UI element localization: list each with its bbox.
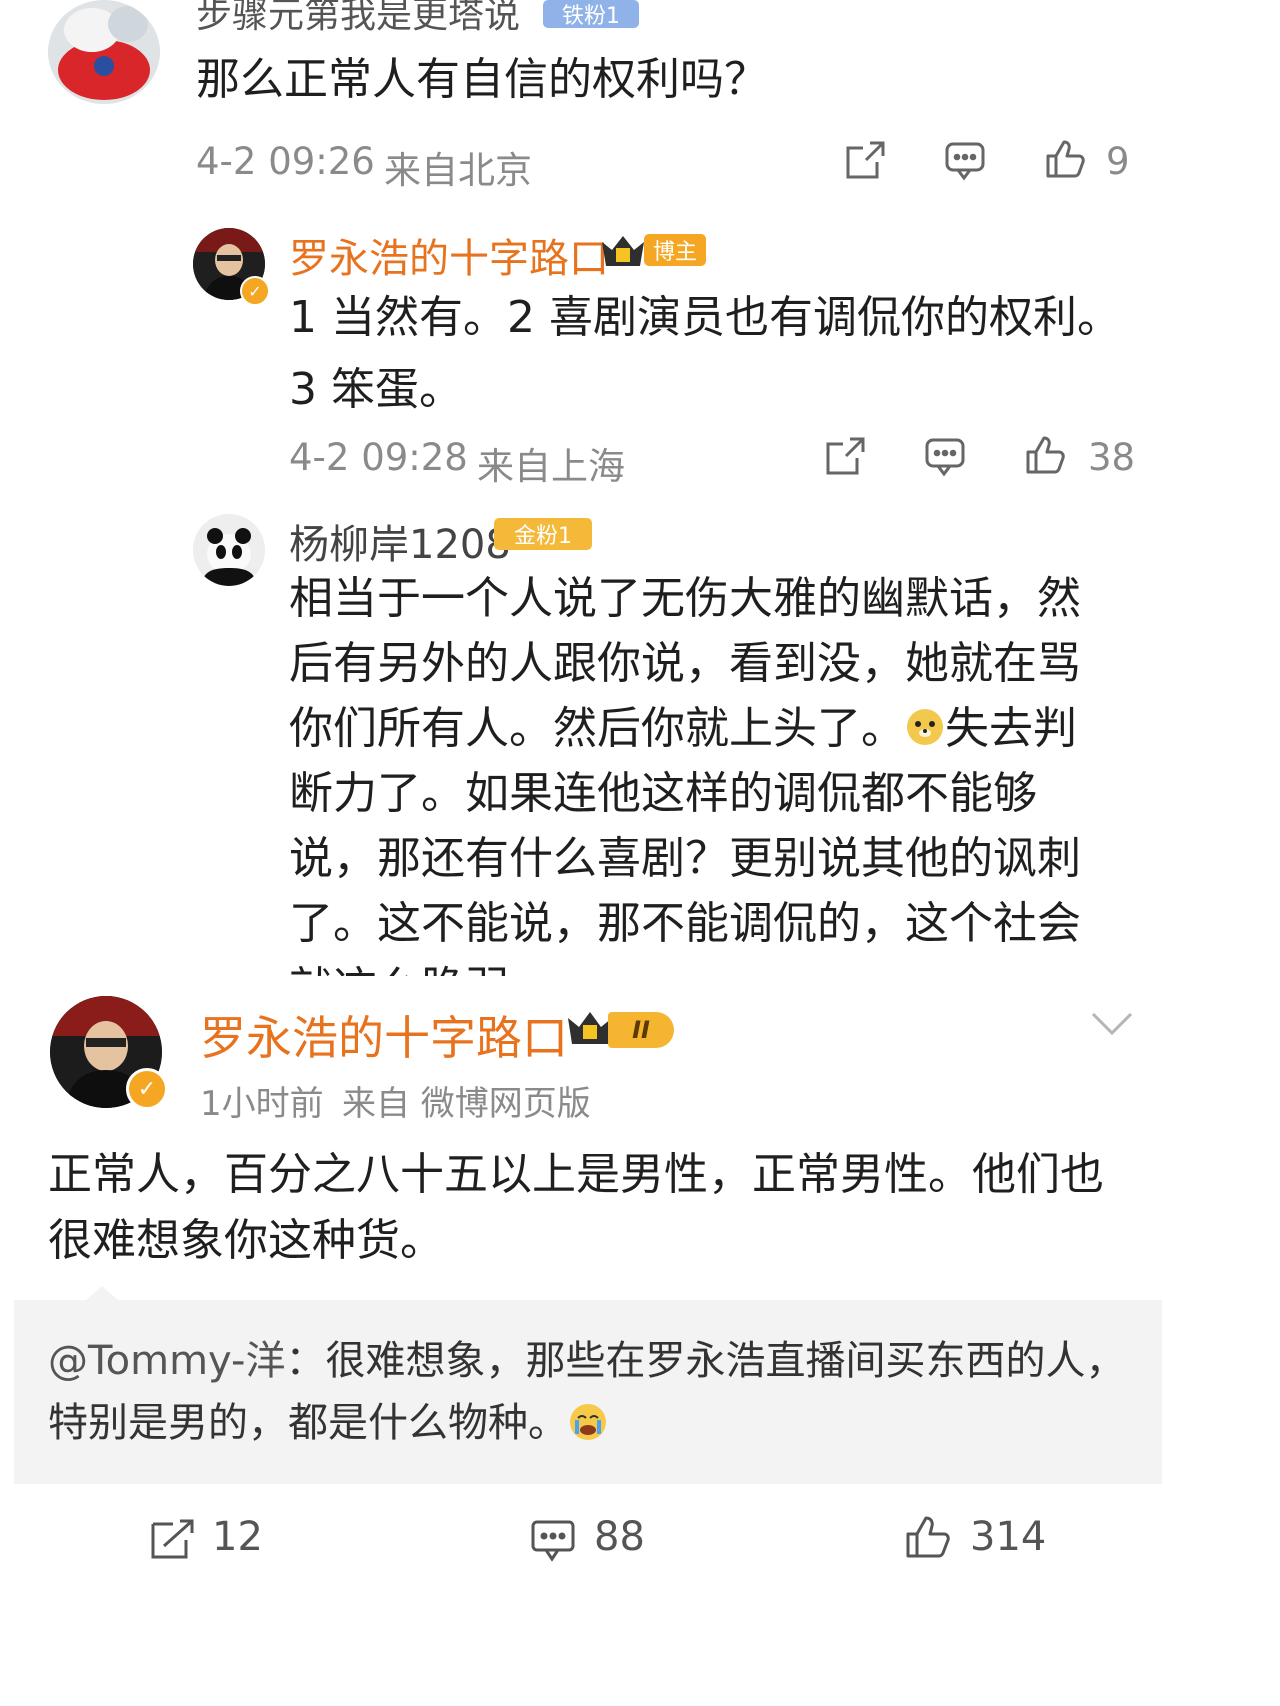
comment-text: 那么正常人有自信的权利吗？ <box>196 54 768 105</box>
like-icon[interactable] <box>904 1514 952 1560</box>
reply-username[interactable]: 罗永浩的十字路口 <box>289 226 609 284</box>
like-icon[interactable] <box>1044 138 1086 180</box>
comment-location: 来自北京 <box>384 149 532 192</box>
fan-badge: 铁粉1 <box>543 0 639 29</box>
comment-username[interactable]: 步骤元第我是更塔说 <box>196 0 520 38</box>
like-icon[interactable] <box>1024 434 1066 476</box>
crown-icon <box>598 230 648 270</box>
reply-text-container: 相当于一个人说了无伤大雅的幽默话，然后有另外的人跟你说，看到没，她就在骂你们所有… <box>289 566 1119 976</box>
verified-icon: ✓ <box>240 276 270 306</box>
crying-emoji <box>568 1398 608 1440</box>
author-badge: 博主 <box>644 234 706 266</box>
verified-icon: ✓ <box>126 1068 168 1110</box>
share-icon[interactable] <box>824 436 866 476</box>
chevron-down-icon[interactable] <box>1090 1010 1134 1038</box>
quoted-post[interactable]: @Tommy-洋：很难想象，那些在罗永浩直播间买东西的人，特别是男的，都是什么物… <box>14 1286 1162 1484</box>
share-icon[interactable] <box>150 1518 196 1560</box>
post-time: 1小时前 <box>200 1084 324 1124</box>
reply-text: 1 当然有。2 喜剧演员也有调侃你的权利。3 笨蛋。 <box>289 292 1121 415</box>
quoted-mention[interactable]: @Tommy-洋 <box>48 1338 285 1384</box>
avatar[interactable] <box>48 0 160 104</box>
avatar[interactable] <box>193 514 265 586</box>
like-count: 9 <box>1106 140 1130 183</box>
share-count: 12 <box>212 1514 263 1560</box>
fan-badge: 金粉1 <box>494 518 592 550</box>
comment-time: 4-2 09:26 <box>196 140 375 183</box>
share-icon[interactable] <box>844 140 886 180</box>
reply-username[interactable]: 杨柳岸1208 <box>289 512 511 570</box>
comment-count: 88 <box>594 1514 645 1560</box>
quoted-text: @Tommy-洋：很难想象，那些在罗永浩直播间买东西的人，特别是男的，都是什么物… <box>48 1330 1128 1454</box>
comment-icon[interactable] <box>530 1518 576 1562</box>
comment-icon[interactable] <box>944 140 986 182</box>
reply-location: 来自上海 <box>477 445 625 488</box>
post-text: 正常人，百分之八十五以上是男性，正常男性。他们也很难想象你这种货。 <box>48 1149 1104 1266</box>
level-badge: II <box>608 1012 674 1048</box>
like-count: 38 <box>1088 436 1136 479</box>
doge-emoji <box>905 700 945 745</box>
quote-pointer <box>86 1286 118 1300</box>
post-source: 来自 微博网页版 <box>342 1084 591 1124</box>
like-count: 314 <box>970 1514 1047 1560</box>
reply-time: 4-2 09:28 <box>289 436 468 479</box>
comment-icon[interactable] <box>924 436 966 478</box>
post-username[interactable]: 罗永浩的十字路口 <box>200 1002 568 1068</box>
